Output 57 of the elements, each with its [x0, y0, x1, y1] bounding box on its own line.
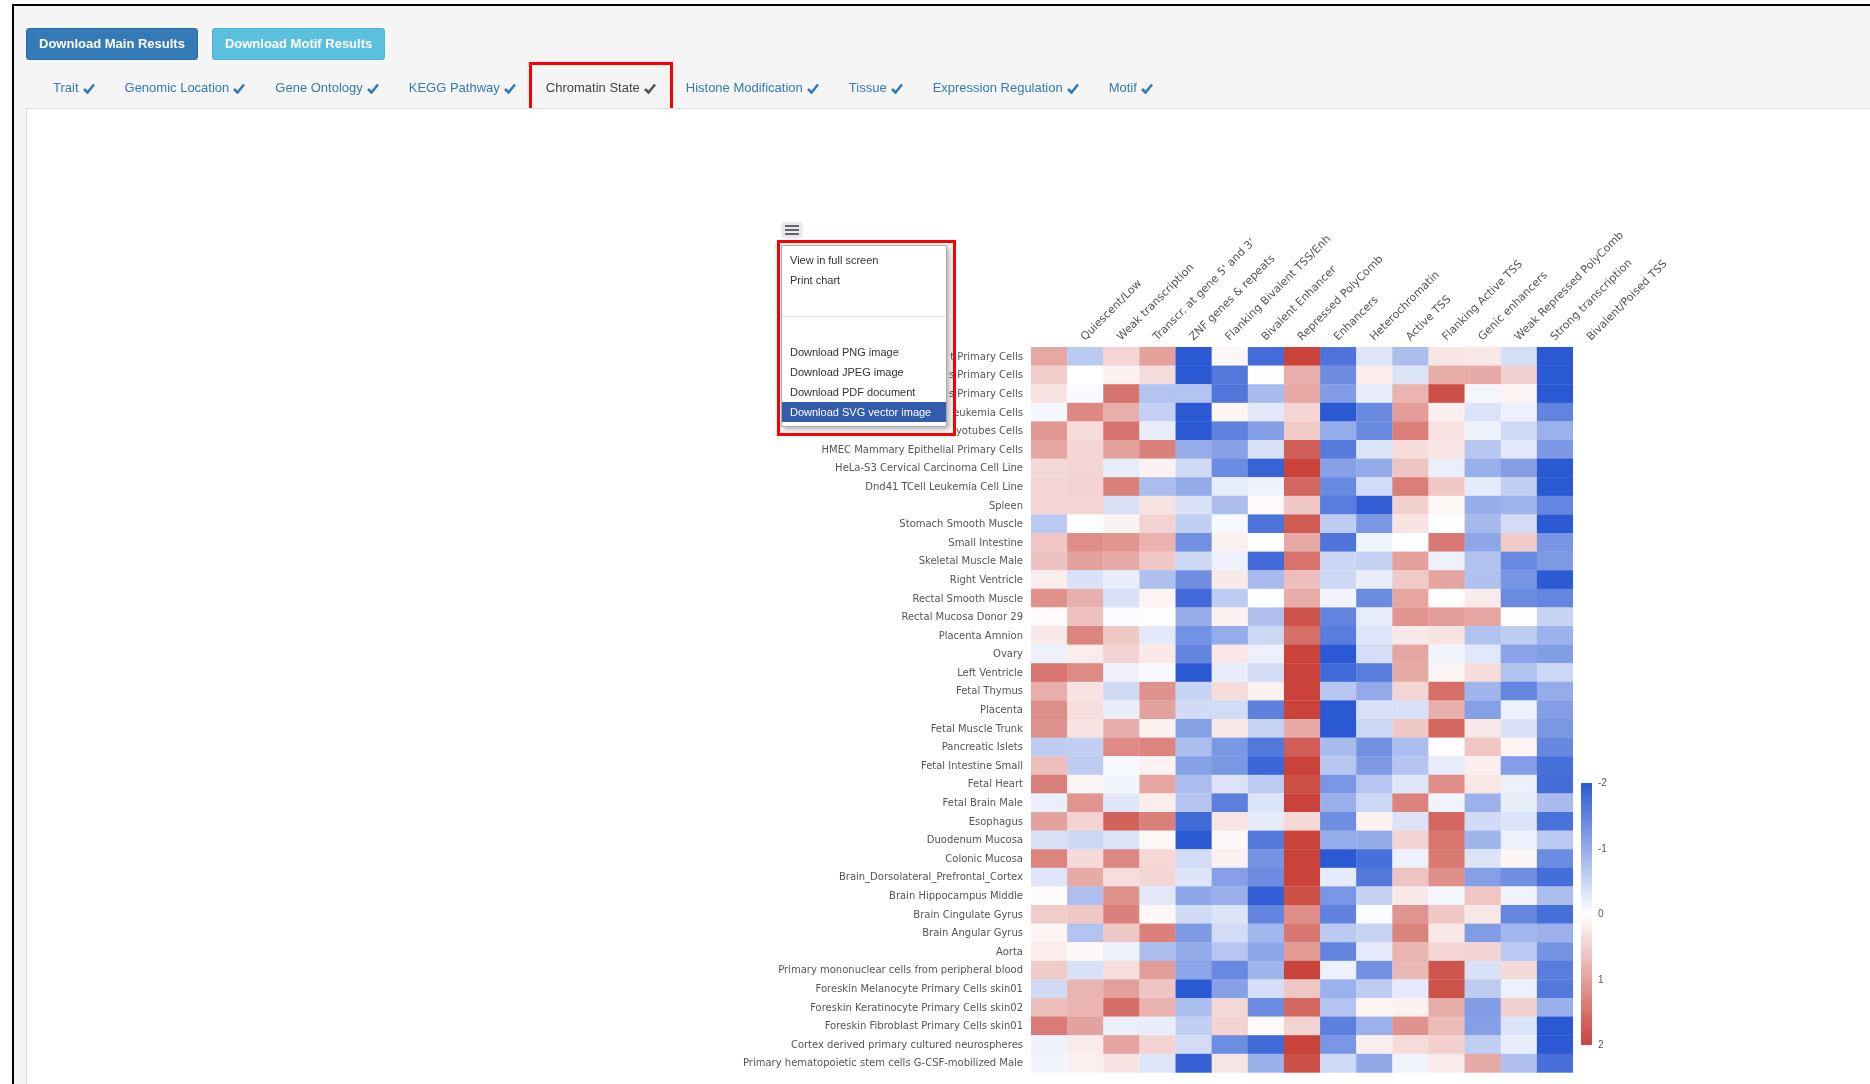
row-label: Placenta Amnion — [938, 628, 1023, 643]
scale-label: 2 — [1598, 1040, 1605, 1050]
scale-label: -2 — [1598, 778, 1607, 788]
tab[interactable]: KEGG Pathway — [393, 78, 531, 98]
row-label: HeLa-S3 Cervical Carcinoma Cell Line — [835, 461, 1023, 476]
tab[interactable]: Histone Modification — [670, 78, 834, 98]
menu-icon[interactable] — [781, 222, 803, 238]
tab[interactable]: Trait — [38, 78, 110, 98]
row-label: Dnd41 TCell Leukemia Cell Line — [865, 479, 1023, 494]
scale-label: -1 — [1598, 843, 1607, 854]
menu-item[interactable]: Print chart — [782, 270, 946, 290]
tab[interactable]: Expression Regulation — [917, 78, 1094, 98]
row-label: Fetal Intestine Small — [920, 758, 1023, 773]
menu-item[interactable]: Download SVG vector image — [782, 402, 946, 422]
tab[interactable]: Tissue — [833, 78, 918, 98]
row-label: Brain Angular Gyrus — [922, 926, 1023, 941]
menu-item[interactable]: Download JPEG image — [782, 362, 946, 382]
row-label: Small Intestine — [948, 535, 1023, 550]
row-label: Colonic Mucosa — [945, 851, 1023, 866]
row-label: Stomach Smooth Muscle — [899, 517, 1023, 532]
tab[interactable]: Genomic Location — [109, 78, 261, 98]
row-label: Fetal Muscle Trunk — [930, 721, 1023, 736]
row-label: Aorta — [996, 944, 1023, 959]
row-label: Right Ventricle — [949, 572, 1023, 587]
row-label: Brain Cingulate Gyrus — [913, 907, 1023, 922]
menu-item[interactable]: Download PNG image — [782, 342, 946, 362]
row-label: Primary hematopoietic stem cells G-CSF-mobilized Male — [743, 1056, 1023, 1071]
scale-label: 1 — [1598, 974, 1605, 985]
row-label: Pancreatic Islets — [941, 740, 1023, 755]
row-label: Rectal Smooth Muscle — [912, 591, 1023, 606]
download-button[interactable]: Download Main Results — [26, 28, 198, 60]
row-label: Foreskin Melanocyte Primary Cells skin01 — [815, 982, 1023, 996]
tab[interactable]: Motif — [1093, 78, 1168, 98]
row-label: Spleen — [988, 498, 1023, 513]
row-label: yotubes Cells — [955, 424, 1023, 439]
row-label: Left Ventricle — [957, 665, 1023, 680]
row-label: Ovary — [993, 647, 1023, 662]
row-label: Brain_Dorsolateral_Prefrontal_Cortex — [838, 870, 1023, 885]
row-label: Esophagus — [968, 814, 1023, 829]
row-label: Primary mononuclear cells from peripheral blood — [778, 963, 1023, 978]
row-label: HMEC Mammary Epithelial Primary Cells — [821, 442, 1023, 457]
row-label: Fetal Heart — [967, 777, 1023, 792]
tab[interactable]: Chromatin State — [530, 78, 671, 98]
tab[interactable]: Gene Ontology — [260, 78, 394, 98]
row-label: Duodenum Mucosa — [926, 833, 1023, 848]
menu-item[interactable]: Download PDF document — [782, 382, 946, 402]
row-label: Cortex derived primary cultured neurospheres — [790, 1037, 1023, 1052]
row-label: Foreskin Keratinocyte Primary Cells skin02 — [810, 1000, 1023, 1015]
row-label: Brain Hippocampus Middle — [889, 889, 1023, 903]
row-label: Foreskin Fibroblast Primary Cells skin01 — [824, 1019, 1023, 1034]
row-label: Fetal Thymus — [955, 684, 1023, 699]
row-label: Rectal Mucosa Donor 29 — [901, 610, 1023, 625]
row-label: Placenta — [980, 703, 1023, 718]
row-label: Skeletal Muscle Male — [918, 554, 1023, 569]
scale-label: 0 — [1598, 909, 1605, 919]
menu-item[interactable]: View in full screen — [782, 250, 946, 270]
row-label: Fetal Brain Male — [942, 796, 1023, 811]
